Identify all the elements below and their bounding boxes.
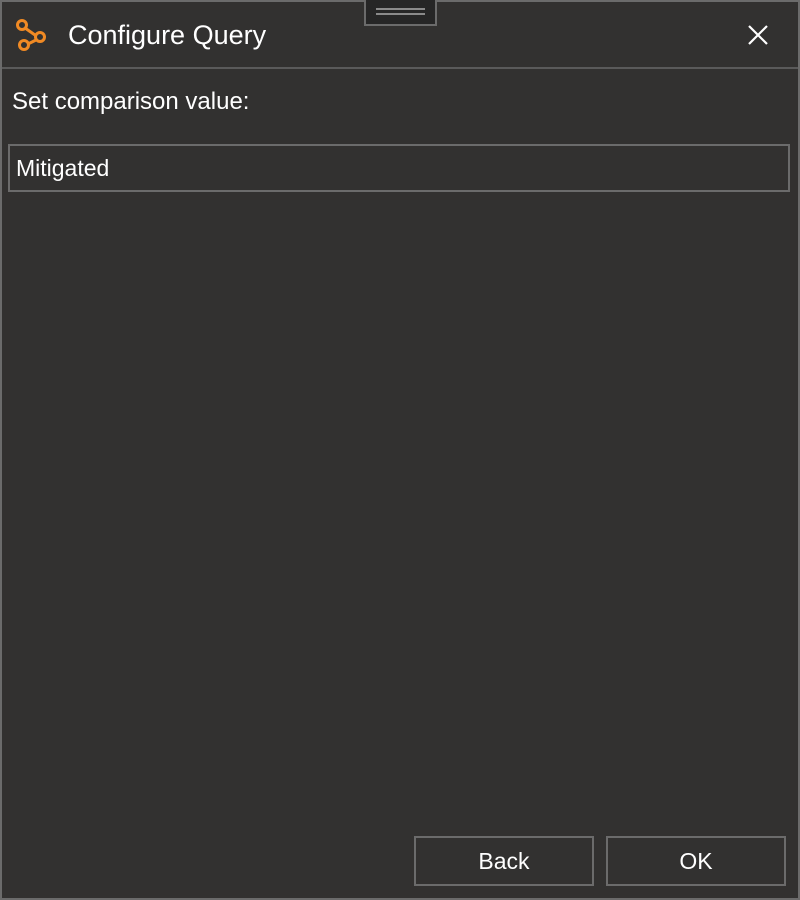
drag-handle-icon (376, 8, 425, 10)
back-button[interactable]: Back (414, 836, 594, 886)
comparison-value-input[interactable] (8, 144, 790, 192)
drag-handle[interactable] (364, 0, 437, 26)
ok-button[interactable]: OK (606, 836, 786, 886)
query-path-icon (14, 18, 48, 52)
close-icon (748, 25, 768, 45)
close-button[interactable] (738, 15, 778, 55)
dialog-title: Configure Query (68, 20, 267, 50)
configure-query-dialog: Configure Query Set comparison value: Ba… (0, 0, 800, 900)
comparison-value-label: Set comparison value: (12, 88, 250, 115)
drag-handle-icon (376, 13, 425, 15)
